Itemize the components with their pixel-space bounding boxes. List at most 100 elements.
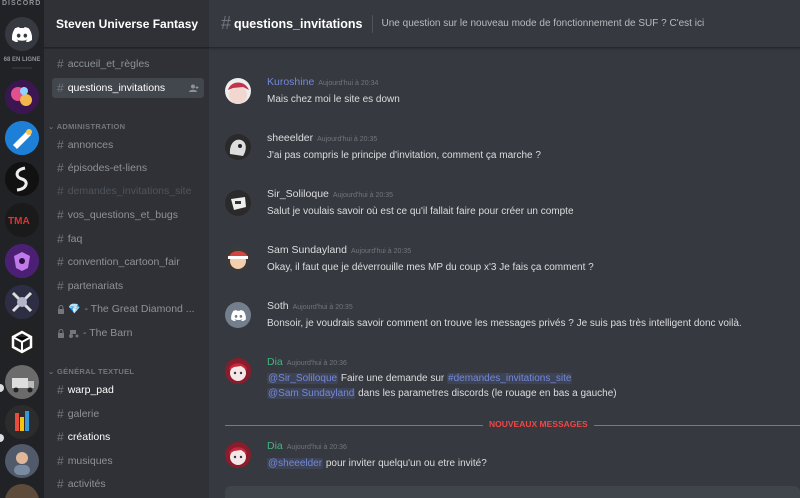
hash-icon: # <box>57 232 64 246</box>
username[interactable]: Dia <box>267 356 283 368</box>
avatar[interactable] <box>225 78 251 104</box>
unread-indicator <box>0 434 4 442</box>
user-mention[interactable]: @Sam Sundayland <box>267 388 356 399</box>
hash-icon: # <box>57 138 64 152</box>
user-mention[interactable]: @sheeelder <box>267 458 324 469</box>
username[interactable]: Sam Sundayland <box>267 244 347 256</box>
channel-item-locked[interactable]: - The Barn <box>52 323 204 343</box>
message: Kuroshine Aujourd'hui à 20:34 Mais chez m… <box>225 76 795 110</box>
timestamp: Aujourd'hui à 20:36 <box>286 360 347 367</box>
channel-item-muted[interactable]: # demandes_invitations_site <box>52 181 204 201</box>
channel-item[interactable]: # épisodes-et-liens <box>52 158 204 178</box>
server-icon-8[interactable] <box>5 365 39 399</box>
server-icon-6[interactable] <box>5 285 39 319</box>
message: Dia Aujourd'hui à 20:36 @Sir_Soliloque Fa… <box>225 356 795 404</box>
add-member-icon[interactable] <box>189 84 199 92</box>
username[interactable]: Sir_Soliloque <box>267 188 329 200</box>
message: Sir_Soliloque Aujourd'hui à 20:35 Salut j… <box>225 188 795 222</box>
channel-topic[interactable]: Une question sur le nouveau mode de fonc… <box>382 18 705 29</box>
message-text: @Sir_Soliloque Faire une demande sur #de… <box>267 373 573 384</box>
message-text: @Sam Sundayland dans les parametres disc… <box>267 388 617 399</box>
server-icon-9[interactable] <box>5 405 39 439</box>
channel-item[interactable]: # accueil_et_règles <box>52 54 204 74</box>
hash-icon: # <box>57 383 64 397</box>
channel-item-active[interactable]: # questions_invitations <box>52 78 204 98</box>
channel-item[interactable]: # galerie <box>52 404 204 424</box>
home-button[interactable] <box>5 17 39 51</box>
diamond-icon: 💎 <box>68 303 81 315</box>
server-icon-3[interactable] <box>5 162 39 196</box>
avatar[interactable] <box>225 358 251 384</box>
server-icon-11[interactable] <box>5 484 39 498</box>
message-text: @sheeelder pour inviter quelqu'un ou etr… <box>267 458 487 469</box>
discord-logo-icon <box>12 26 32 42</box>
hash-icon: # <box>57 407 64 421</box>
channel-item-unread[interactable]: # créations <box>52 427 204 447</box>
hash-icon: # <box>57 430 64 444</box>
hash-icon: # <box>57 454 64 468</box>
hash-icon: # <box>57 161 64 175</box>
channel-item-unread[interactable]: # warp_pad <box>52 380 204 400</box>
online-count: 68 EN LIGNE <box>3 57 41 63</box>
avatar[interactable] <box>225 246 251 272</box>
message-text: J'ai pas compris le principe d'invitatio… <box>267 150 541 161</box>
channel-sidebar: Steven Universe Fantasy # accueil_et_règl… <box>44 0 209 498</box>
timestamp: Aujourd'hui à 20:34 <box>318 80 379 87</box>
channel-item[interactable]: # musiques <box>52 451 204 471</box>
guild-header[interactable]: Steven Universe Fantasy <box>44 0 209 48</box>
message: Sam Sundayland Aujourd'hui à 20:35 Okay, … <box>225 244 795 278</box>
channel-item[interactable]: # annonces <box>52 135 204 155</box>
svg-text:TMA: TMA <box>8 216 30 227</box>
hash-icon: # <box>221 13 232 33</box>
message: Soth Aujourd'hui à 20:35 Bonsoir, je voud… <box>225 300 795 334</box>
hash-icon: # <box>57 57 64 71</box>
channel-item[interactable]: # convention_cartoon_fair <box>52 252 204 272</box>
message-text: Bonsoir, je voudrais savoir comment on t… <box>267 318 742 329</box>
avatar[interactable] <box>225 442 251 468</box>
lock-icon <box>58 304 64 314</box>
rail-separator <box>12 67 32 69</box>
channel-topbar: # questions_invitations Une question sur… <box>209 0 800 48</box>
message-input-box[interactable] <box>225 486 800 498</box>
channel-item[interactable]: # partenariats <box>52 276 204 296</box>
timestamp: Aujourd'hui à 20:35 <box>317 136 378 143</box>
channel-link[interactable]: #demandes_invitations_site <box>447 373 573 384</box>
chevron-down-icon <box>198 23 199 24</box>
channel-title: questions_invitations <box>234 16 363 31</box>
username[interactable]: sheeelder <box>267 132 313 144</box>
channel-item[interactable]: # activités <box>52 474 204 494</box>
message-text: Okay, il faut que je déverrouille mes MP… <box>267 262 594 273</box>
guild-name: Steven Universe Fantasy <box>56 16 199 31</box>
timestamp: Aujourd'hui à 20:35 <box>332 192 393 199</box>
chat-area: # questions_invitations Une question sur… <box>209 0 800 498</box>
server-icon-7[interactable] <box>5 325 39 359</box>
channel-item-locked[interactable]: 💎 - The Great Diamond ... <box>52 299 204 319</box>
avatar[interactable] <box>225 302 251 328</box>
timestamp: Aujourd'hui à 20:36 <box>286 444 347 451</box>
username[interactable]: Dia <box>267 440 283 452</box>
category-administration[interactable]: ⌄ ADMINISTRATION <box>48 122 125 131</box>
avatar[interactable] <box>225 190 251 216</box>
message: sheeelder Aujourd'hui à 20:35 J'ai pas co… <box>225 132 795 166</box>
hash-icon: # <box>57 184 64 198</box>
message-text: Salut je voulais savoir où est ce qu'il … <box>267 206 574 217</box>
server-icon-1[interactable] <box>5 80 39 114</box>
avatar[interactable] <box>225 134 251 160</box>
channel-item[interactable]: # vos_questions_et_bugs <box>52 205 204 225</box>
server-icon-2[interactable] <box>5 121 39 155</box>
new-messages-divider: NOUVEAUX MESSAGES <box>225 419 800 430</box>
hash-icon: # <box>57 208 64 222</box>
username[interactable]: Kuroshine <box>267 76 314 88</box>
message-text: Mais chez moi le site es down <box>267 94 400 105</box>
server-rail: DISCORD 68 EN LIGNE TMA <box>0 0 44 498</box>
channel-item[interactable]: # faq <box>52 229 204 249</box>
category-general[interactable]: ⌄ GÉNÉRAL TEXTUEL <box>48 367 134 376</box>
username[interactable]: Soth <box>267 300 289 312</box>
timestamp: Aujourd'hui à 20:35 <box>350 248 412 255</box>
server-icon-4[interactable]: TMA <box>5 203 39 237</box>
server-icon-10[interactable] <box>5 444 39 478</box>
hash-icon: # <box>57 255 64 269</box>
server-icon-5[interactable] <box>5 244 39 278</box>
hash-icon: # <box>57 279 64 293</box>
user-mention[interactable]: @Sir_Soliloque <box>267 373 339 384</box>
